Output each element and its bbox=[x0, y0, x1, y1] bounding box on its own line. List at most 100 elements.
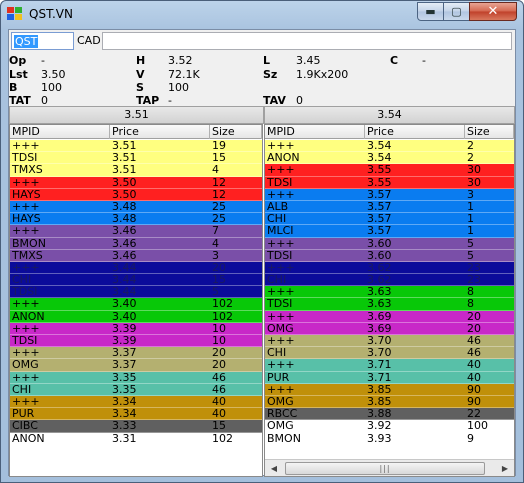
symbol-input[interactable]: QST bbox=[11, 32, 74, 50]
ask-row[interactable]: MLCI 3.57 1 bbox=[265, 225, 514, 238]
bid-mpid-cell: TDSI bbox=[12, 151, 38, 165]
maximize-button[interactable]: ▢ bbox=[443, 2, 470, 21]
ask-price-header[interactable]: Price bbox=[365, 125, 465, 139]
ask-price-cell: 3.60 bbox=[367, 248, 392, 262]
bid-size-label: B bbox=[9, 81, 18, 94]
volume-value: 72.1K bbox=[168, 68, 200, 81]
ask-price-cell: 3.69 bbox=[367, 309, 392, 323]
bid-row[interactable]: +++ 3.46 7 bbox=[10, 224, 262, 238]
bid-mpid-cell: ANON bbox=[12, 431, 45, 445]
bid-price-cell: 3.34 bbox=[112, 394, 137, 408]
ask-mpid-cell: +++ bbox=[267, 260, 295, 274]
ask-price-cell: 3.85 bbox=[367, 394, 392, 408]
bid-price-cell: 3.51 bbox=[112, 139, 137, 152]
bid-price-header[interactable]: Price bbox=[110, 125, 210, 139]
bid-price-cell: 3.40 bbox=[112, 297, 137, 311]
open-value: - bbox=[41, 54, 45, 67]
ask-mpid-cell: OMG bbox=[267, 419, 294, 433]
bid-size-cell: 25 bbox=[212, 199, 226, 213]
ask-mpid-cell: +++ bbox=[267, 309, 295, 323]
scroll-left-icon[interactable]: ◀ bbox=[266, 461, 282, 476]
bid-mpid-header[interactable]: MPID bbox=[10, 125, 110, 139]
ask-mpid-cell: TDSI bbox=[267, 248, 293, 262]
minimize-icon: ▬ bbox=[425, 5, 436, 18]
ask-mpid-cell: +++ bbox=[267, 163, 295, 177]
ask-price-cell: 3.62 bbox=[367, 260, 392, 274]
ask-row[interactable]: TDSI 3.63 8 bbox=[265, 297, 514, 311]
bid-mpid-cell: +++ bbox=[12, 297, 40, 311]
ask-row[interactable]: +++ 3.55 30 bbox=[265, 163, 514, 177]
bid-row[interactable]: +++ 3.35 46 bbox=[10, 370, 262, 384]
bid-price-cell: 3.37 bbox=[112, 346, 137, 360]
bid-mpid-cell: CHI bbox=[12, 273, 32, 287]
close-button[interactable]: ✕ bbox=[469, 2, 517, 21]
scrollbar-thumb[interactable]: ||| bbox=[285, 462, 485, 475]
bid-row[interactable]: ANON 3.40 102 bbox=[10, 310, 262, 323]
ask-size-cell: 30 bbox=[467, 175, 481, 189]
bid-row[interactable]: OMG 3.37 20 bbox=[10, 358, 262, 372]
bid-price-cell: 3.39 bbox=[112, 321, 137, 335]
ask-row[interactable]: +++ 3.71 40 bbox=[265, 358, 514, 372]
bid-size-cell: 102 bbox=[212, 297, 233, 311]
ask-mpid-cell: TDSI bbox=[267, 297, 293, 311]
bid-mpid-cell: CHI bbox=[12, 382, 32, 396]
bid-size-value: 100 bbox=[41, 81, 62, 94]
ask-row[interactable]: +++ 3.60 5 bbox=[265, 236, 514, 250]
ask-row[interactable]: +++ 3.69 20 bbox=[265, 309, 514, 323]
best-ask-price: 3.54 bbox=[264, 106, 515, 124]
bid-size-cell: 4 bbox=[212, 236, 219, 250]
bid-column-header: MPID Price Size bbox=[10, 125, 262, 139]
ask-mpid-cell: BMON bbox=[267, 431, 301, 445]
ask-row[interactable]: OMG 3.92 100 bbox=[265, 419, 514, 433]
bid-size-cell: 40 bbox=[212, 394, 226, 408]
ask-size-value: 100 bbox=[168, 81, 189, 94]
ask-price-cell: 3.55 bbox=[367, 163, 392, 177]
size-label: Sz bbox=[263, 68, 278, 81]
bid-row[interactable]: +++ 3.50 12 bbox=[10, 176, 262, 189]
minimize-button[interactable]: ▬ bbox=[417, 2, 444, 21]
ask-price-cell: 3.63 bbox=[367, 285, 392, 299]
horizontal-scrollbar[interactable]: ◀ ||| ▶ bbox=[265, 459, 514, 476]
ask-size-cell: 1 bbox=[467, 199, 474, 213]
scroll-right-icon[interactable]: ▶ bbox=[497, 461, 513, 476]
bid-row[interactable]: BMON 3.46 4 bbox=[10, 236, 262, 250]
ask-row[interactable]: PUR 3.71 40 bbox=[265, 371, 514, 384]
ask-row[interactable]: TDSI 3.55 30 bbox=[265, 175, 514, 189]
ask-mpid-cell: TDSI bbox=[267, 175, 293, 189]
bid-mpid-cell: PUR bbox=[12, 407, 35, 421]
ask-size-cell: 1 bbox=[467, 212, 474, 226]
ask-size-cell: 22 bbox=[467, 407, 481, 421]
ask-size-cell: 5 bbox=[467, 236, 474, 250]
close-icon: ✕ bbox=[487, 4, 499, 19]
level2-window: QST.VN ▬ ▢ ✕ QST CAD Op - H 3.52 L 3.45 … bbox=[0, 0, 524, 483]
bid-mpid-cell: +++ bbox=[12, 260, 40, 274]
ask-price-cell: 3.69 bbox=[367, 321, 392, 335]
ask-mpid-cell: OMG bbox=[267, 394, 294, 408]
high-value: 3.52 bbox=[168, 54, 193, 67]
symbol-bar: QST CAD bbox=[9, 30, 515, 52]
ask-size-cell: 40 bbox=[467, 358, 481, 372]
bid-size-cell: 20 bbox=[212, 358, 226, 372]
bid-row[interactable]: ANON 3.31 102 bbox=[10, 431, 262, 445]
title-bar[interactable]: QST.VN ▬ ▢ ✕ bbox=[1, 1, 523, 28]
bid-size-cell: 10 bbox=[212, 321, 226, 335]
ask-size-cell: 2 bbox=[467, 139, 474, 152]
bid-mpid-cell: TDSI bbox=[12, 285, 38, 299]
bid-size-cell: 102 bbox=[212, 431, 233, 445]
bid-row[interactable]: TMXS 3.51 4 bbox=[10, 164, 262, 177]
bid-row[interactable]: +++ 3.40 102 bbox=[10, 297, 262, 311]
bid-size-cell: 19 bbox=[212, 139, 226, 152]
ask-price-cell: 3.93 bbox=[367, 431, 392, 445]
bid-row[interactable]: CIBC 3.33 15 bbox=[10, 420, 262, 433]
best-prices-bar: 3.51 3.54 bbox=[9, 106, 515, 124]
last-value: 3.50 bbox=[41, 68, 66, 81]
ask-size-header[interactable]: Size bbox=[465, 125, 514, 139]
bid-size-header[interactable]: Size bbox=[210, 125, 262, 139]
bid-price-cell: 3.46 bbox=[112, 224, 137, 238]
symbol-description-field[interactable] bbox=[102, 32, 512, 50]
ask-mpid-header[interactable]: MPID bbox=[265, 125, 365, 139]
ask-mpid-cell: ALB bbox=[267, 199, 289, 213]
ask-size-cell: 8 bbox=[467, 297, 474, 311]
bid-mpid-cell: +++ bbox=[12, 370, 40, 384]
ask-row[interactable]: BMON 3.93 9 bbox=[265, 431, 514, 445]
